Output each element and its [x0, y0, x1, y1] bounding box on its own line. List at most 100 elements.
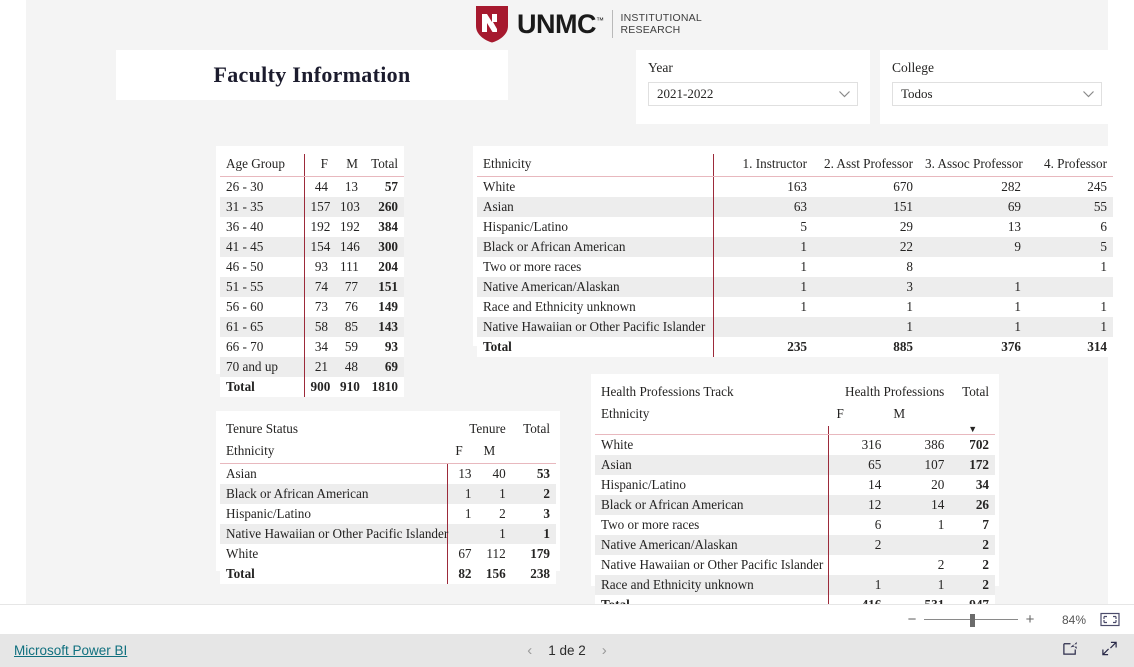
table-row[interactable]: Hispanic/Latino 14 20 34 — [595, 475, 995, 495]
age-group-table-visual[interactable]: Age Group F M Total 26 - 30 44 13 57 31 - 35… — [216, 146, 404, 397]
table-row[interactable]: Native American/Alaskan 1 3 1 — [477, 277, 1113, 297]
table-total-row[interactable]: Total 235 885 376 314 — [477, 337, 1113, 357]
cell-f: 44 — [303, 176, 334, 197]
cell-f: 1 — [827, 575, 888, 595]
tenure-group-header[interactable]: Tenure — [447, 419, 511, 441]
cell-m: 48 — [334, 357, 364, 377]
health-professions-table: Health Professions Track Health Professi… — [595, 382, 995, 615]
cell-asst: 3 — [813, 277, 919, 297]
cell-assoc: 1 — [1014, 299, 1021, 314]
cell-m — [887, 535, 951, 555]
health-group-header[interactable]: Health Professions — [828, 382, 950, 404]
table-row[interactable]: Native Hawaiian or Other Pacific Islande… — [477, 317, 1113, 337]
slicer-college-label: College — [892, 60, 934, 75]
table-row[interactable]: 66 - 70 34 59 93 — [220, 337, 404, 357]
table-total-row[interactable]: Total 82 156 238 — [220, 564, 556, 584]
table-row[interactable]: Black or African American 1 22 9 5 — [477, 237, 1113, 257]
table-row[interactable]: 31 - 35 157 103 260 — [220, 197, 404, 217]
slicer-year-dropdown[interactable]: 2021-2022 — [648, 82, 858, 106]
cell-f: 13 — [446, 463, 478, 484]
table-row[interactable]: Native American/Alaskan 2 2 — [595, 535, 995, 555]
tenure-total-header[interactable]: Total — [512, 419, 556, 441]
cell-f: 21 — [303, 357, 334, 377]
logo-subtitle-line2: RESEARCH — [620, 24, 681, 36]
sort-descending-icon[interactable]: ▼ — [950, 425, 995, 435]
health-total-header[interactable]: Total — [950, 382, 995, 404]
cell-instructor: 1 — [712, 237, 813, 257]
table-row[interactable]: 70 and up 21 48 69 — [220, 357, 404, 377]
table-row[interactable]: Native Hawaiian or Other Pacific Islande… — [595, 555, 995, 575]
table-row[interactable]: Hispanic/Latino 1 2 3 — [220, 504, 556, 524]
share-button[interactable] — [1062, 640, 1079, 662]
col-asst-professor[interactable]: 2. Asst Professor — [813, 154, 919, 177]
col-m[interactable]: M — [334, 154, 364, 177]
health-professions-table-visual[interactable]: Health Professions Track Health Professi… — [591, 374, 999, 615]
cell-f — [446, 524, 478, 544]
col-assoc-professor[interactable]: 3. Assoc Professor — [919, 154, 1027, 177]
fit-to-page-button[interactable] — [1100, 612, 1120, 627]
previous-page-button[interactable]: ‹ — [527, 642, 532, 659]
col-total[interactable]: Total — [364, 154, 404, 177]
table-row[interactable]: 51 - 55 74 77 151 — [220, 277, 404, 297]
col-ethnicity[interactable]: Ethnicity — [477, 154, 713, 177]
share-icon — [1063, 641, 1077, 655]
col-professor[interactable]: 4. Professor — [1027, 154, 1113, 177]
table-row[interactable]: 56 - 60 73 76 149 — [220, 297, 404, 317]
cell-total: 69 — [364, 357, 404, 377]
col-f[interactable]: F — [303, 154, 334, 177]
table-row[interactable]: Race and Ethnicity unknown 1 1 1 1 — [477, 297, 1113, 317]
next-page-button[interactable]: › — [602, 642, 607, 659]
table-row[interactable]: White 316 386 702 — [595, 434, 995, 455]
cell-m: 13 — [344, 179, 358, 194]
table-row[interactable]: Native Hawaiian or Other Pacific Islande… — [220, 524, 556, 544]
col-m[interactable]: M — [477, 441, 512, 464]
cell-asst: 1 — [906, 299, 913, 314]
col-f[interactable]: F — [447, 441, 478, 464]
health-corner-sublabel[interactable]: Ethnicity — [595, 404, 828, 426]
page-navigation: ‹ 1 de 2 › — [0, 642, 1134, 659]
cell-m: 103 — [334, 197, 364, 217]
cell-assoc: 1 — [919, 277, 1027, 297]
slicer-college-dropdown[interactable]: Todos — [892, 82, 1102, 106]
zoom-in-button[interactable]: + — [1022, 612, 1038, 627]
tenure-status-table-visual[interactable]: Tenure Status Tenure Total Ethnicity F M… — [216, 411, 560, 584]
slicer-college-value: Todos — [901, 86, 933, 101]
col-m[interactable]: M — [887, 404, 950, 426]
cell-m: 77 — [334, 277, 364, 297]
health-corner-label[interactable]: Health Professions Track — [595, 382, 828, 404]
col-instructor[interactable]: 1. Instructor — [712, 154, 813, 177]
zoom-out-button[interactable]: − — [904, 612, 920, 627]
table-row[interactable]: Asian 65 107 172 — [595, 455, 995, 475]
table-row[interactable]: 36 - 40 192 192 384 — [220, 217, 404, 237]
table-row[interactable]: Asian 13 40 53 — [220, 463, 556, 484]
table-row[interactable]: 46 - 50 93 111 204 — [220, 257, 404, 277]
ethnicity-rank-table-visual[interactable]: Ethnicity 1. Instructor 2. Asst Professo… — [473, 146, 1115, 357]
tenure-corner-label[interactable]: Tenure Status — [220, 419, 447, 441]
table-row[interactable]: 41 - 45 154 146 300 — [220, 237, 404, 257]
table-total-row[interactable]: Total 900 910 1810 — [220, 377, 404, 397]
table-row[interactable]: Black or African American 1 1 2 — [220, 484, 556, 504]
table-row[interactable]: Asian 63 151 69 55 — [477, 197, 1113, 217]
table-row[interactable]: 61 - 65 58 85 143 — [220, 317, 404, 337]
cell-prof: 6 — [1100, 219, 1107, 234]
cell-m: 1 — [477, 524, 512, 544]
fullscreen-button[interactable] — [1101, 640, 1118, 662]
cell-f — [827, 555, 888, 575]
table-row[interactable]: Race and Ethnicity unknown 1 1 2 — [595, 575, 995, 595]
row-label: Total — [220, 564, 448, 584]
cell-assoc — [919, 257, 1027, 277]
col-f[interactable]: F — [828, 404, 887, 426]
table-row[interactable]: White 163 670 282 245 — [477, 176, 1113, 197]
table-row[interactable]: Black or African American 12 14 26 — [595, 495, 995, 515]
tenure-corner-sublabel[interactable]: Ethnicity — [220, 441, 448, 464]
table-row[interactable]: Hispanic/Latino 5 29 13 6 — [477, 217, 1113, 237]
footer-bar: Microsoft Power BI ‹ 1 de 2 › — [0, 634, 1134, 667]
zoom-slider-thumb[interactable] — [970, 613, 975, 627]
table-row[interactable]: White 67 112 179 — [220, 544, 556, 564]
zoom-slider[interactable] — [924, 613, 1018, 627]
table-row[interactable]: Two or more races 1 8 1 — [477, 257, 1113, 277]
table-row[interactable]: Two or more races 6 1 7 — [595, 515, 995, 535]
col-age-group[interactable]: Age Group — [220, 154, 304, 177]
cell-total: 172 — [950, 455, 995, 475]
table-row[interactable]: 26 - 30 44 13 57 — [220, 176, 404, 197]
